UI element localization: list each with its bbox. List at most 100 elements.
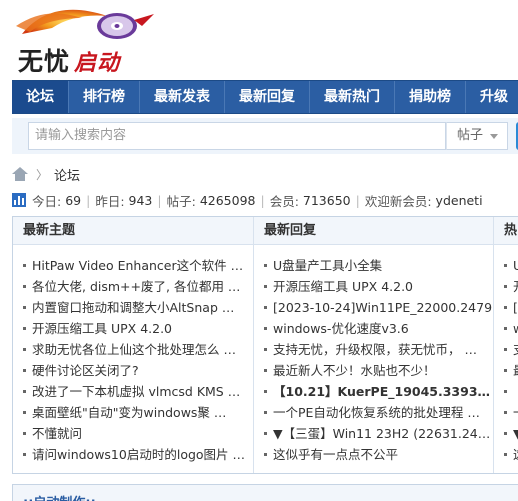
list-item-title[interactable]: 改进了一下本机虚拟 vlmcsd KMS …: [32, 381, 240, 402]
list-item-title[interactable]: [2023-10-24]Win11PE_22000.2479: [273, 297, 492, 318]
list-item-title[interactable]: ▼: [513, 423, 518, 444]
stats-welcome-label: 欢迎新会员:: [364, 193, 432, 209]
nav-item-latest-hot[interactable]: 最新热门: [310, 81, 395, 113]
list-item-title[interactable]: 开源压缩工具 UPX 4.2.0: [32, 318, 172, 339]
bullet-icon: [264, 411, 267, 414]
bullet-icon: [23, 327, 26, 330]
stats-newest-member[interactable]: ydeneti: [436, 193, 483, 208]
list-item[interactable]: 改进了一下本机虚拟 vlmcsd KMS …: [23, 381, 253, 402]
stats-members-value: 713650: [302, 192, 351, 208]
nav-item-forum[interactable]: 论坛: [12, 81, 69, 113]
list-item-title[interactable]: windows-优化速度v3.6: [273, 318, 409, 339]
list-item-title[interactable]: 各位大佬, dism++废了, 各位都用 …: [32, 276, 240, 297]
bullet-icon: [264, 348, 267, 351]
list-item-title[interactable]: 这似乎有一点点不公平: [273, 444, 398, 465]
list-item[interactable]: 最近新人不少！水贴也不少！: [264, 360, 493, 381]
list-item[interactable]: 【: [504, 381, 518, 402]
list-item-title[interactable]: HitPaw Video Enhancer这个软件 …: [32, 255, 243, 276]
list-item[interactable]: 硬件讨论区关闭了?: [23, 360, 253, 381]
stats-today-label: 今日:: [32, 193, 62, 209]
section-title[interactable]: ::启动制作::: [23, 492, 96, 501]
list-item-title[interactable]: 最: [513, 360, 518, 381]
nav-item-latest-posts[interactable]: 最新发表: [140, 81, 225, 113]
column-latest-replies: 最新回复 U盘量产工具小全集 开源压缩工具 UPX 4.2.0 [2023-10-2…: [254, 217, 493, 473]
list-item-title[interactable]: 求助无忧各位上仙这个批处理怎么 …: [32, 339, 236, 360]
bullet-icon: [23, 432, 26, 435]
breadcrumb-current[interactable]: 论坛: [54, 165, 80, 184]
list-item[interactable]: w: [504, 318, 518, 339]
list-item[interactable]: 开源压缩工具 UPX 4.2.0: [264, 276, 493, 297]
logo-text: 无忧 启动: [18, 42, 120, 78]
column-hot: 热 U开[w支最【一▼这: [494, 217, 518, 473]
stats-yesterday-value: 943: [128, 192, 153, 208]
list-item[interactable]: 一个PE自动化恢复系统的批处理程 …: [264, 402, 493, 423]
list-item[interactable]: 请问windows10启动时的logo图片 …: [23, 444, 253, 465]
list-item[interactable]: ▼【三蛋】Win11 23H2 (22631.24 …: [264, 423, 493, 444]
list-item-title[interactable]: 桌面壁纸"自动"变为windows聚 …: [32, 402, 226, 423]
list-item-title[interactable]: 最近新人不少！水贴也不少！: [273, 360, 436, 381]
bullet-icon: [23, 369, 26, 372]
list-item[interactable]: 内置窗口拖动和调整大小AltSnap …: [23, 297, 253, 318]
reply-list: U盘量产工具小全集 开源压缩工具 UPX 4.2.0 [2023-10-24]Win…: [254, 245, 493, 465]
list-item-title[interactable]: w: [513, 318, 518, 339]
list-item-title[interactable]: 一: [513, 402, 518, 423]
bullet-icon: [264, 285, 267, 288]
nav-item-upgrade[interactable]: 升级: [466, 81, 518, 113]
home-icon[interactable]: [12, 167, 28, 181]
list-item-title[interactable]: 一个PE自动化恢复系统的批处理程 …: [273, 402, 480, 423]
list-item-title[interactable]: 这: [513, 444, 518, 465]
list-item[interactable]: 开: [504, 276, 518, 297]
search-input[interactable]: 请输入搜索内容: [28, 122, 446, 150]
bullet-icon: [264, 369, 267, 372]
bullet-icon: [23, 306, 26, 309]
list-item-title[interactable]: 【10.21】KuerPE_19045.3393_完: [273, 381, 493, 402]
list-item[interactable]: 一: [504, 402, 518, 423]
bullet-icon: [23, 348, 26, 351]
list-item-title[interactable]: 支持无忧，升级权限，获无忧币， …: [273, 339, 477, 360]
site-logo[interactable]: 无忧 启动: [12, 4, 162, 76]
list-item[interactable]: 这: [504, 444, 518, 465]
list-item[interactable]: 开源压缩工具 UPX 4.2.0: [23, 318, 253, 339]
bullet-icon: [504, 285, 507, 288]
list-item[interactable]: 这似乎有一点点不公平: [264, 444, 493, 465]
list-item[interactable]: [2023-10-24]Win11PE_22000.2479: [264, 297, 493, 318]
latest-panel: 最新主题 HitPaw Video Enhancer这个软件 … 各位大佬, di…: [12, 216, 518, 474]
list-item[interactable]: 不懂就问: [23, 423, 253, 444]
bullet-icon: [504, 453, 507, 456]
list-item-title[interactable]: U: [513, 255, 518, 276]
nav-item-donation-ranking[interactable]: 捐助榜: [395, 81, 466, 113]
list-item[interactable]: 最: [504, 360, 518, 381]
list-item-title[interactable]: [: [513, 297, 518, 318]
list-item-title[interactable]: U盘量产工具小全集: [273, 255, 382, 276]
list-item[interactable]: HitPaw Video Enhancer这个软件 …: [23, 255, 253, 276]
list-item[interactable]: 支持无忧，升级权限，获无忧币， …: [264, 339, 493, 360]
list-item[interactable]: 求助无忧各位上仙这个批处理怎么 …: [23, 339, 253, 360]
list-item-title[interactable]: 开源压缩工具 UPX 4.2.0: [273, 276, 413, 297]
bullet-icon: [264, 306, 267, 309]
list-item[interactable]: 桌面壁纸"自动"变为windows聚 …: [23, 402, 253, 423]
list-item[interactable]: 各位大佬, dism++废了, 各位都用 …: [23, 276, 253, 297]
stats-today-value: 69: [65, 192, 82, 208]
site-header: 无忧 启动: [0, 0, 518, 80]
list-item[interactable]: U: [504, 255, 518, 276]
list-item-title[interactable]: 【: [513, 381, 518, 402]
list-item[interactable]: [: [504, 297, 518, 318]
list-item-title[interactable]: 请问windows10启动时的logo图片 …: [32, 444, 245, 465]
list-item[interactable]: ▼: [504, 423, 518, 444]
list-item-title[interactable]: 硬件讨论区关闭了?: [32, 360, 139, 381]
search-type-select[interactable]: 帖子: [446, 122, 508, 150]
bullet-icon: [504, 306, 507, 309]
list-item[interactable]: U盘量产工具小全集: [264, 255, 493, 276]
bullet-icon: [264, 327, 267, 330]
list-item-title[interactable]: 内置窗口拖动和调整大小AltSnap …: [32, 297, 234, 318]
list-item-title[interactable]: 开: [513, 276, 518, 297]
list-item[interactable]: 【10.21】KuerPE_19045.3393_完: [264, 381, 493, 402]
list-item-title[interactable]: 支: [513, 339, 518, 360]
bullet-icon: [23, 390, 26, 393]
list-item-title[interactable]: ▼【三蛋】Win11 23H2 (22631.24 …: [273, 423, 493, 444]
list-item[interactable]: 支: [504, 339, 518, 360]
nav-item-ranking[interactable]: 排行榜: [69, 81, 140, 113]
list-item[interactable]: windows-优化速度v3.6: [264, 318, 493, 339]
nav-item-latest-replies[interactable]: 最新回复: [225, 81, 310, 113]
list-item-title[interactable]: 不懂就问: [32, 423, 82, 444]
